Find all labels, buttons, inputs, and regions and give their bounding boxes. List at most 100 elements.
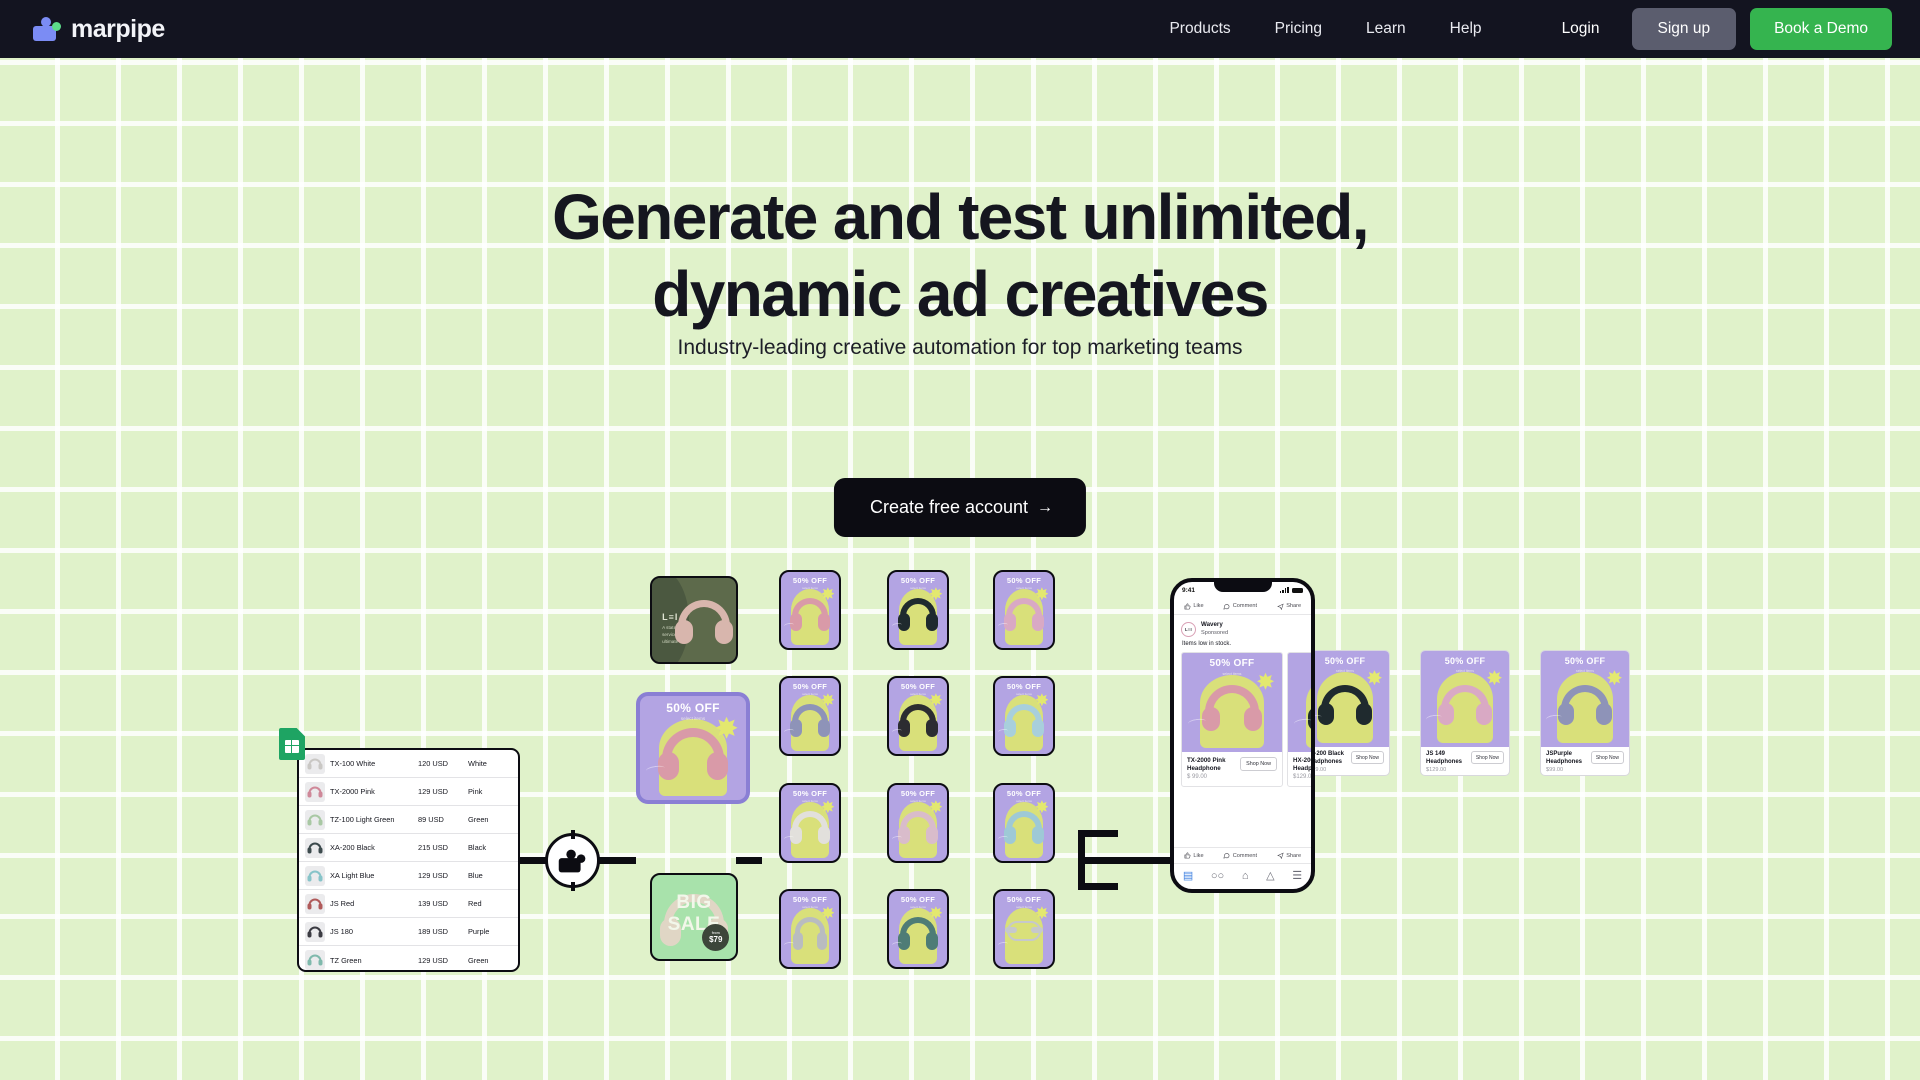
logo-wordmark: marpipe [71, 14, 165, 43]
carousel-card-image: 50% OFF select items [1421, 651, 1509, 747]
product-feed-spreadsheet[interactable]: TX-100 White 120 USD White TX-2000 Pink … [297, 748, 520, 972]
book-demo-button[interactable]: Book a Demo [1750, 8, 1892, 50]
cell-color: Green [468, 955, 489, 965]
tab-marketplace-icon[interactable]: ⌂ [1242, 871, 1249, 882]
tab-feed-icon[interactable]: ▤ [1183, 871, 1193, 882]
creative-tile[interactable]: 50% OFF select items [993, 889, 1055, 969]
product-price: $129.00 [1293, 774, 1315, 780]
brand-template-card[interactable]: L≡I A statement of service with ultimate… [650, 576, 738, 664]
cell-price: 139 USD [418, 899, 448, 908]
sale-template-card[interactable]: BIG SALE from $79 [650, 873, 738, 961]
creative-tile[interactable]: 50% OFF select items [993, 676, 1055, 756]
marpipe-logo-icon [558, 849, 587, 872]
nav-link-products[interactable]: Products [1169, 20, 1230, 38]
shop-now-button[interactable]: Shop Now [1240, 757, 1277, 771]
tile-sublabel: select items [910, 692, 926, 697]
hero-section: Generate and test unlimited, dynamic ad … [0, 58, 1920, 1080]
creative-tile[interactable]: 50% OFF select items [993, 570, 1055, 650]
phone-product-card[interactable]: 50% OFF select items HX-200 Black Headph… [1287, 652, 1315, 787]
cell-color: Black [468, 843, 487, 852]
tab-menu-icon[interactable]: ☰ [1292, 871, 1302, 882]
marpipe-logo[interactable]: marpipe [33, 15, 165, 44]
tile-sublabel: select items [910, 905, 926, 910]
phone-product-card[interactable]: 50% OFF select items TX-2000 Pink Headph… [1181, 652, 1283, 787]
tile-sublabel: select items [1016, 905, 1032, 910]
cell-price: 215 USD [418, 843, 448, 852]
tile-label: 50% OFF [1006, 681, 1042, 691]
creative-tile[interactable]: 50% OFF select items [779, 676, 841, 756]
phone-product-carousel[interactable]: 50% OFF select items TX-2000 Pink Headph… [1174, 652, 1311, 787]
share-action-bottom[interactable]: Share [1276, 852, 1302, 859]
table-row: TX-2000 Pink 129 USD Pink [299, 778, 518, 806]
creative-tile[interactable]: 50% OFF select items [887, 783, 949, 863]
tile-label: 50% OFF [1288, 658, 1311, 669]
tab-notifications-icon[interactable]: △ [1266, 871, 1274, 882]
carousel-card-price: $99.00 [1546, 767, 1564, 773]
product-illustration: TX-100 White 120 USD White TX-2000 Pink … [0, 570, 1920, 1078]
comment-action-top[interactable]: Comment [1223, 603, 1257, 610]
shop-now-button[interactable]: Shop Now [1590, 751, 1624, 764]
action-label: Comment [1232, 603, 1258, 609]
cell-price: 129 USD [418, 871, 448, 880]
nav-link-help[interactable]: Help [1450, 20, 1482, 38]
comment-action-bottom[interactable]: Comment [1223, 852, 1257, 859]
action-label: Like [1193, 852, 1204, 859]
marpipe-process-node [545, 830, 600, 891]
avatar: L≡I [1181, 621, 1196, 637]
tile-label: 50% OFF [1444, 655, 1486, 666]
tab-friends-icon[interactable]: ○○ [1211, 871, 1224, 882]
product-thumbnail [305, 837, 325, 858]
carousel-card[interactable]: 50% OFF select items JSPurple Headphones… [1540, 650, 1630, 776]
tile-label: 50% OFF [792, 681, 828, 691]
creative-tile[interactable]: 50% OFF select items [887, 889, 949, 969]
carousel-card[interactable]: 50% OFF select items JS 149 Headphones $… [1420, 650, 1510, 776]
cell-name: TZ Green [330, 955, 362, 965]
brand-name: Wavery [1201, 621, 1223, 628]
nav-links: Products Pricing Learn Help [1169, 20, 1481, 38]
tile-sublabel: select items [1222, 671, 1242, 676]
cell-color: White [468, 759, 487, 768]
action-label: Share [1286, 852, 1302, 859]
phone-notch [1213, 582, 1272, 592]
cell-color: Red [468, 899, 482, 908]
cell-price: 120 USD [418, 759, 448, 768]
nav-link-learn[interactable]: Learn [1366, 20, 1406, 38]
cell-price: 89 USD [418, 815, 444, 824]
cell-color: Green [468, 815, 489, 824]
creative-tile[interactable]: 50% OFF select items [887, 676, 949, 756]
headline-line-2: dynamic ad creatives [652, 258, 1269, 330]
like-action-top[interactable]: Like [1184, 603, 1204, 610]
table-row: TZ-100 Light Green 89 USD Green [299, 806, 518, 834]
headline-line-1: Generate and test unlimited, [552, 181, 1369, 253]
like-action-bottom[interactable]: Like [1184, 852, 1204, 859]
selected-creative-tile[interactable]: 50% OFF select items [636, 692, 750, 804]
tile-label: 50% OFF [1006, 788, 1042, 798]
shop-now-button[interactable]: Shop Now [1470, 751, 1504, 764]
google-sheets-icon [279, 728, 305, 760]
login-link[interactable]: Login [1562, 20, 1600, 38]
creative-tile[interactable]: 50% OFF select items [779, 889, 841, 969]
table-row: XA Light Blue 129 USD Blue [299, 862, 518, 890]
share-action-top[interactable]: Share [1276, 603, 1301, 610]
carousel-card-name: JSPurple Headphones [1546, 751, 1583, 765]
nav-link-pricing[interactable]: Pricing [1275, 20, 1322, 38]
share-icon [1276, 852, 1284, 859]
creative-tile[interactable]: 50% OFF select items [779, 570, 841, 650]
cell-color: Purple [468, 927, 490, 936]
signup-button[interactable]: Sign up [1631, 8, 1737, 50]
carousel-card-name: JS 149 Headphones [1426, 751, 1463, 765]
creative-tile[interactable]: 50% OFF select items [887, 570, 949, 650]
shop-now-button[interactable]: Shop Now [1350, 751, 1384, 764]
cell-name: JS Red [330, 899, 355, 908]
creative-tile[interactable]: 50% OFF select items [993, 783, 1055, 863]
create-free-account-button[interactable]: Create free account → [833, 478, 1087, 537]
page-title: Generate and test unlimited, dynamic ad … [0, 179, 1920, 333]
hero-subtitle: Industry-leading creative automation for… [677, 336, 1243, 359]
creative-tile[interactable]: 50% OFF select items [779, 783, 841, 863]
cell-name: XA-200 Black [330, 843, 375, 852]
product-image: 50% OFF select items [1288, 653, 1311, 752]
connector-line [1078, 830, 1118, 837]
table-row: XA-200 Black 215 USD Black [299, 834, 518, 862]
cell-name: JS 180 [330, 927, 354, 936]
top-navigation-bar: marpipe Products Pricing Learn Help Logi… [0, 0, 1920, 58]
